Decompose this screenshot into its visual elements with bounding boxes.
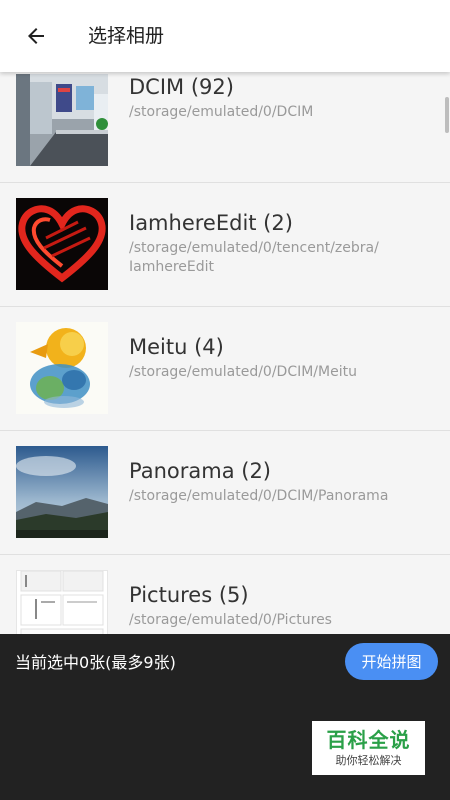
album-path: /storage/emulated/0/DCIM [129, 104, 314, 120]
album-path: /storage/emulated/0/DCIM/Meitu [129, 364, 357, 380]
arrow-back-icon [28, 28, 44, 44]
album-thumbnail [16, 322, 108, 414]
album-path: /storage/emulated/0/DCIM/Panorama [129, 488, 389, 504]
album-item-dcim[interactable]: DCIM (92) /storage/emulated/0/DCIM [0, 72, 450, 183]
album-name: Meitu (4) [129, 335, 224, 359]
watermark-subtitle: 助你轻松解决 [335, 754, 402, 767]
panorama-landscape-photo [16, 446, 108, 538]
scrollbar-thumb[interactable] [445, 97, 449, 133]
office-photo-image [16, 74, 108, 166]
screenshot-thumbnail-image [17, 571, 107, 634]
start-collage-button[interactable]: 开始拼图 [345, 643, 438, 680]
album-item-meitu[interactable]: Meitu (4) /storage/emulated/0/DCIM/Meitu [0, 306, 450, 431]
album-item-pictures[interactable]: Pictures (5) /storage/emulated/0/Picture… [0, 554, 450, 634]
selection-count-text: 当前选中0张(最多9张) [15, 653, 176, 672]
album-name: Panorama (2) [129, 459, 271, 483]
album-item-iamhereedit[interactable]: IamhereEdit (2) /storage/emulated/0/tenc… [0, 182, 450, 307]
watermark-title: 百科全说 [326, 728, 411, 752]
bottom-action-panel: 当前选中0张(最多9张) 开始拼图 [0, 634, 450, 800]
album-name: IamhereEdit (2) [129, 211, 293, 235]
watermark-logo: 百科全说 助你轻松解决 [312, 721, 425, 775]
album-item-panorama[interactable]: Panorama (2) /storage/emulated/0/DCIM/Pa… [0, 430, 450, 555]
red-heart-image [16, 198, 108, 290]
album-name: DCIM (92) [129, 75, 234, 99]
album-thumbnail [16, 198, 108, 290]
album-thumbnail [16, 74, 108, 166]
album-thumbnail [16, 446, 108, 538]
back-button[interactable] [16, 16, 56, 56]
album-path: /storage/emulated/0/Pictures [129, 612, 332, 628]
album-thumbnail [16, 570, 108, 634]
page-title: 选择相册 [88, 25, 165, 47]
album-path: /storage/emulated/0/tencent/zebra/ Iamhe… [129, 240, 379, 275]
album-name: Pictures (5) [129, 583, 249, 607]
watercolor-bird-image [16, 322, 108, 414]
app-bar: 选择相册 [0, 0, 450, 72]
album-list[interactable]: DCIM (92) /storage/emulated/0/DCIM Iamhe… [0, 72, 450, 634]
